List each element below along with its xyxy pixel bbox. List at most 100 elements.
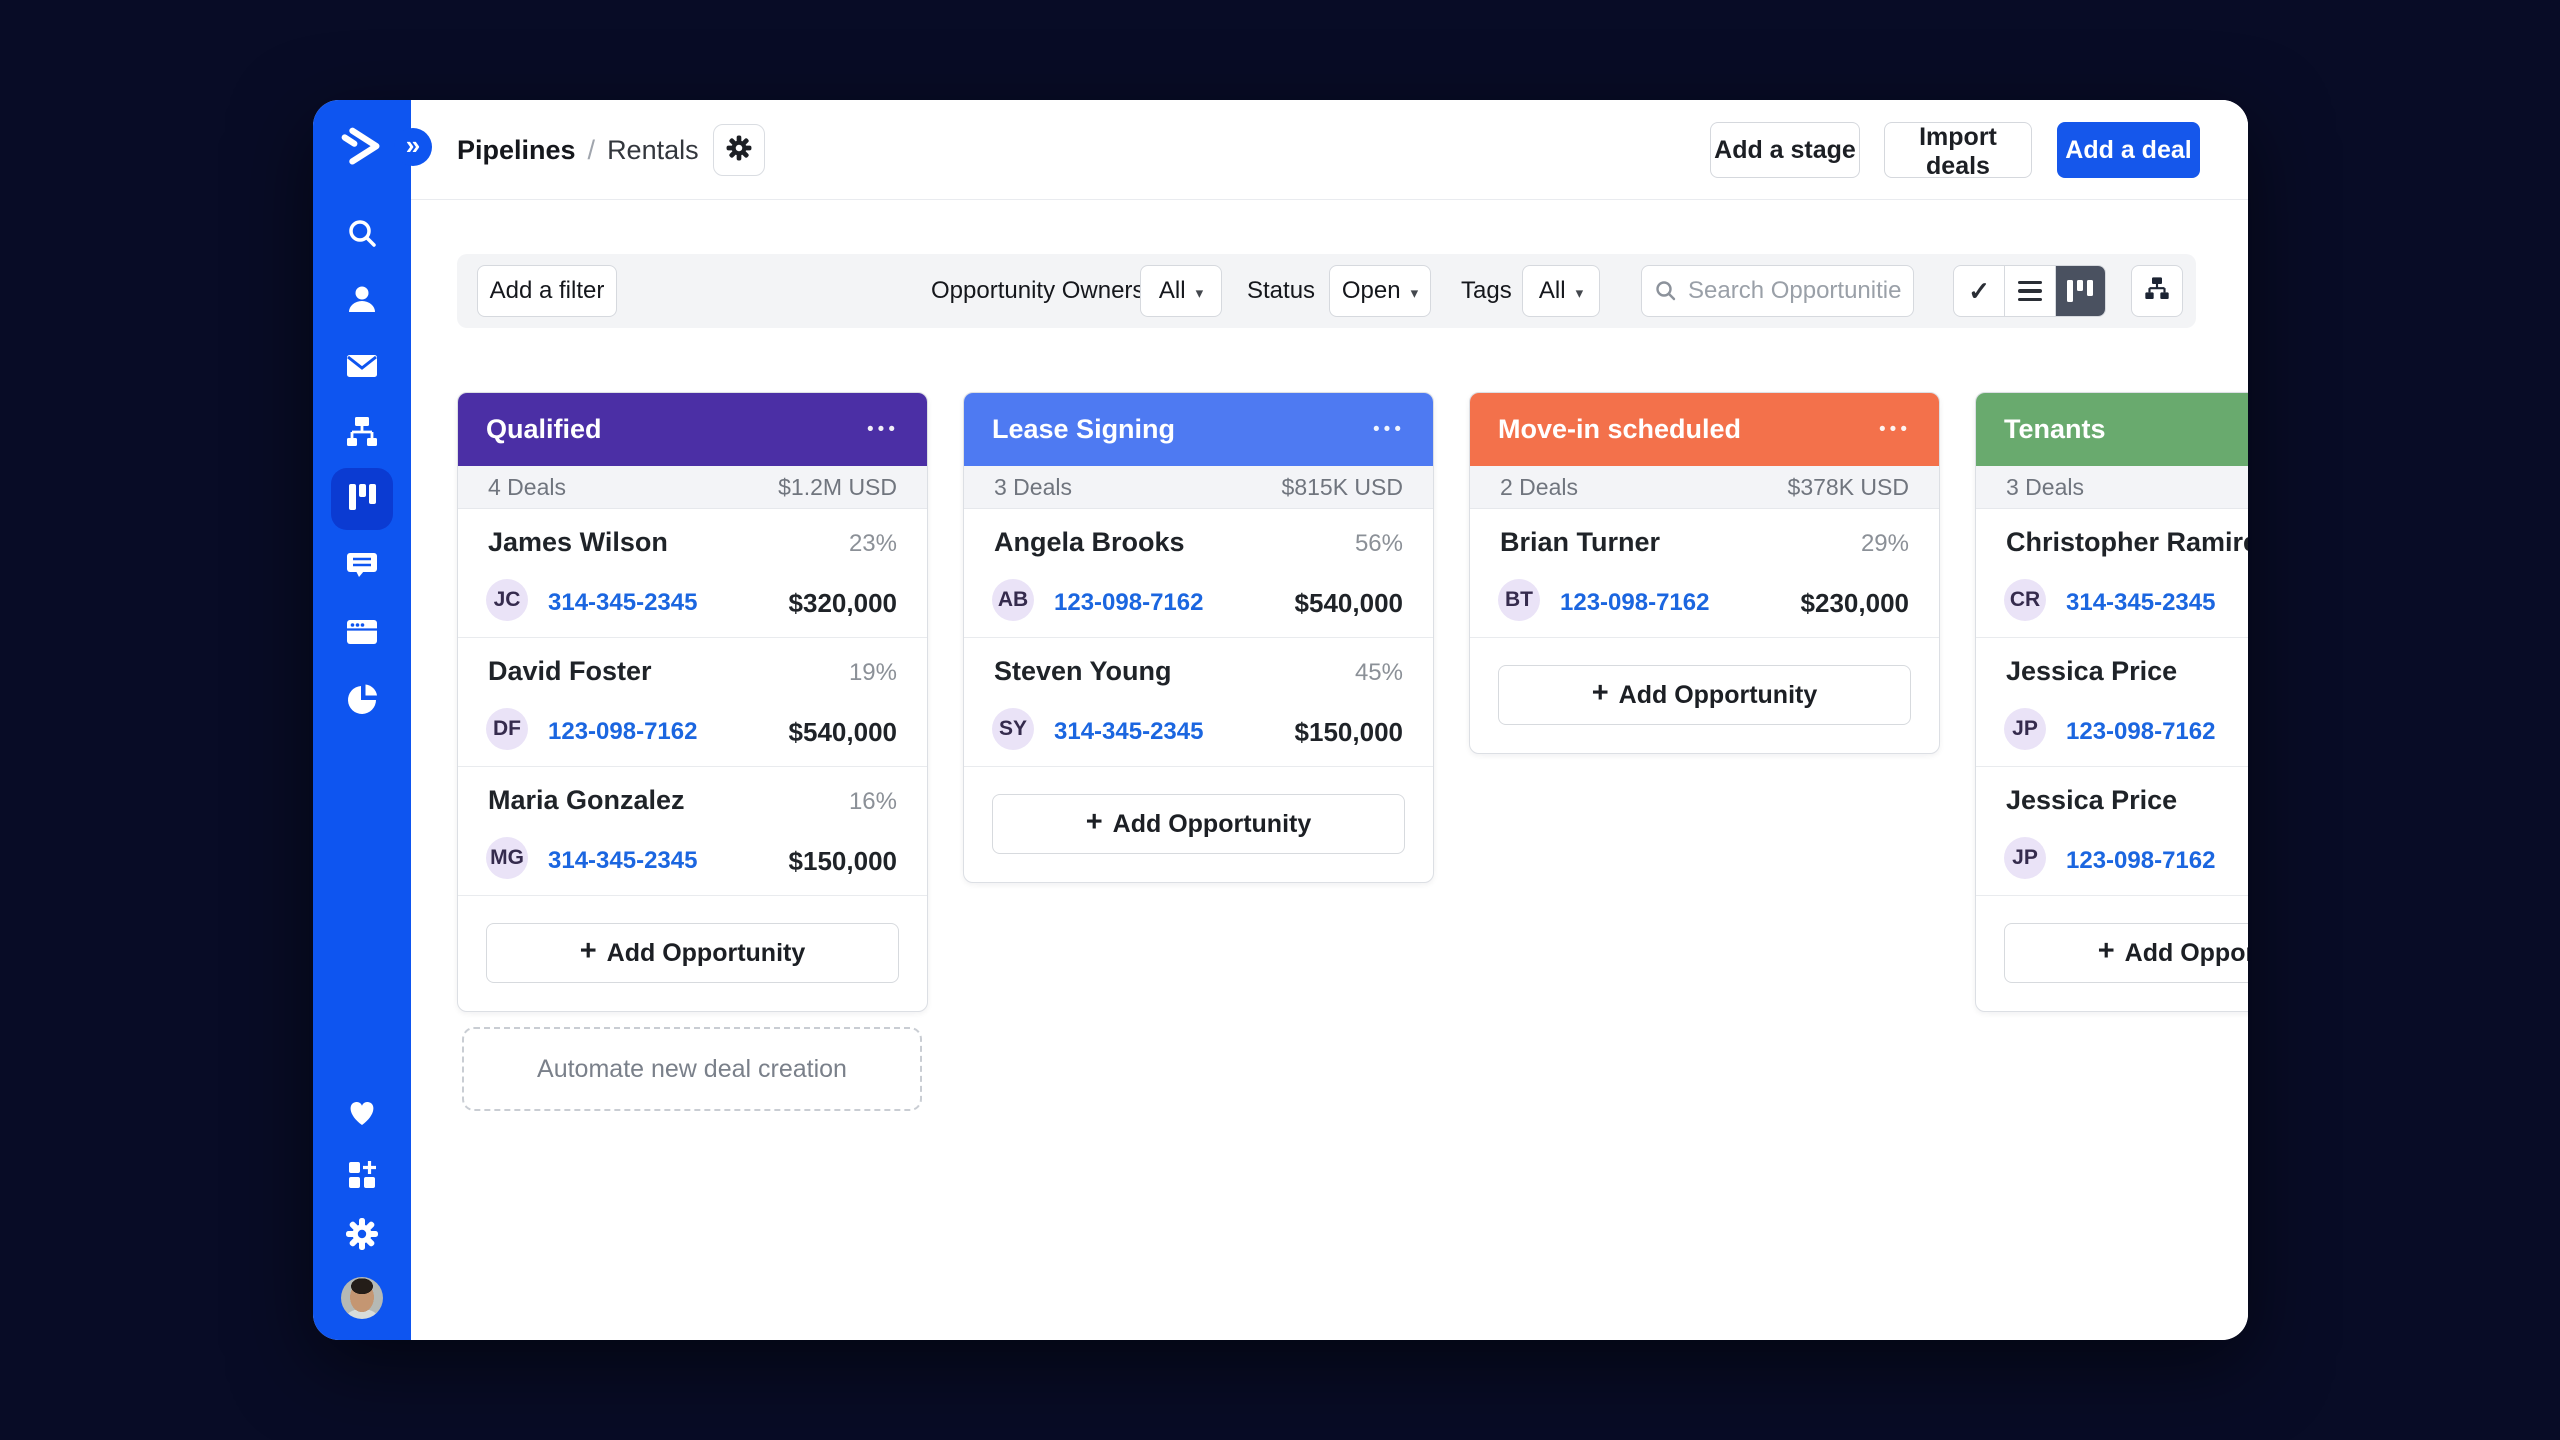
tags-filter-label: Tags <box>1461 254 1512 328</box>
deal-card[interactable]: Angela Brooks 56% AB 123-098-7162 $540,0… <box>964 509 1433 638</box>
list-view-button[interactable] <box>2004 266 2054 316</box>
add-filter-button[interactable]: Add a filter <box>477 265 617 317</box>
deal-name: Maria Gonzalez <box>488 785 685 816</box>
pipeline-column-qualified: Qualified ••• 4 Deals $1.2M USD James Wi… <box>457 392 928 1012</box>
avatar: CR <box>2004 579 2046 621</box>
sidebar-item-org-chart[interactable] <box>331 403 393 465</box>
add-opportunity-button[interactable]: + Add Opportunity <box>2004 923 2248 983</box>
deal-card[interactable]: Steven Young 45% SY 314-345-2345 $150,00… <box>964 638 1433 767</box>
search-icon <box>344 216 380 257</box>
avatar: AB <box>992 579 1034 621</box>
deal-phone-link[interactable]: 314-345-2345 <box>548 847 697 875</box>
deal-name: Steven Young <box>994 656 1172 687</box>
deal-probability: 19% <box>849 659 897 687</box>
list-view-icon <box>2018 281 2042 302</box>
pipeline-settings-button[interactable] <box>713 124 765 176</box>
tasks-view-button[interactable]: ✓ <box>1954 266 2004 316</box>
add-opportunity-label: Add Opportunity <box>2125 939 2248 968</box>
sidebar-item-contacts[interactable] <box>331 271 393 333</box>
deal-name: Jessica Price <box>2006 785 2177 816</box>
pipeline-column-lease-signing: Lease Signing ••• 3 Deals $815K USD Ange… <box>963 392 1434 883</box>
add-opportunity-button[interactable]: + Add Opportunity <box>486 923 899 983</box>
deal-card[interactable]: Jessica Price JP 123-098-7162 <box>1976 638 2248 767</box>
sidebar-item-pipelines[interactable] <box>331 468 393 530</box>
column-summary: 4 Deals $1.2M USD <box>458 466 927 509</box>
breadcrumb-section: Pipelines <box>457 135 576 166</box>
browser-window-icon <box>344 614 380 655</box>
deal-phone-link[interactable]: 314-345-2345 <box>2066 589 2215 617</box>
status-filter-dropdown[interactable]: Open ▾ <box>1329 265 1431 317</box>
add-opportunity-button[interactable]: + Add Opportunity <box>992 794 1405 854</box>
deal-card[interactable]: Maria Gonzalez 16% MG 314-345-2345 $150,… <box>458 767 927 896</box>
owners-filter-dropdown[interactable]: All ▾ <box>1140 265 1222 317</box>
plus-icon: + <box>2098 935 2115 971</box>
sidebar-item-browser[interactable] <box>331 603 393 665</box>
chevron-down-icon: ▾ <box>1576 281 1584 302</box>
pipeline-selector[interactable]: Rentals <box>607 135 699 166</box>
gear-icon <box>725 134 753 167</box>
avatar: SY <box>992 708 1034 750</box>
sidebar-expand-button[interactable]: » <box>394 128 432 166</box>
deal-count: 3 Deals <box>994 474 1072 501</box>
sidebar-item-favorites[interactable] <box>331 1084 393 1146</box>
sidebar-item-reports[interactable] <box>331 670 393 732</box>
deal-name: Christopher Ramirez <box>2006 527 2248 558</box>
comment-icon <box>344 548 380 589</box>
deal-card[interactable]: David Foster 19% DF 123-098-7162 $540,00… <box>458 638 927 767</box>
deal-phone-link[interactable]: 123-098-7162 <box>1560 589 1709 617</box>
sidebar-item-add-apps[interactable] <box>331 1146 393 1208</box>
double-chevron-icon: » <box>406 130 420 161</box>
app-logo-icon <box>339 125 385 171</box>
automate-deal-creation-button[interactable]: Automate new deal creation <box>462 1027 922 1111</box>
column-menu-button[interactable]: ••• <box>867 419 899 441</box>
add-stage-button[interactable]: Add a stage <box>1710 122 1860 178</box>
kanban-view-button[interactable] <box>2055 266 2105 316</box>
app-window: » Pipelines / Rentals ▾ Add a stage Impo… <box>313 100 2248 1340</box>
search-opportunities <box>1641 265 1914 317</box>
column-summary: 3 Deals <box>1976 466 2248 509</box>
plus-icon: + <box>1592 677 1609 713</box>
deal-probability: 45% <box>1355 659 1403 687</box>
pipeline-column-tenants: Tenants ••• 3 Deals Christopher Ramirez … <box>1975 392 2248 1012</box>
deal-card[interactable]: Jessica Price JP 123-098-7162 <box>1976 767 2248 896</box>
deal-phone-link[interactable]: 123-098-7162 <box>2066 718 2215 746</box>
deal-phone-link[interactable]: 123-098-7162 <box>548 718 697 746</box>
page-header: Pipelines / Rentals ▾ Add a stage Import… <box>411 100 2248 200</box>
avatar: MG <box>486 837 528 879</box>
deal-amount: $230,000 <box>1801 588 1909 619</box>
deal-card[interactable]: James Wilson 23% JC 314-345-2345 $320,00… <box>458 509 927 638</box>
owners-filter-label: Opportunity Owners <box>931 254 1144 328</box>
deal-card[interactable]: Brian Turner 29% BT 123-098-7162 $230,00… <box>1470 509 1939 638</box>
hierarchy-view-button[interactable] <box>2131 265 2183 317</box>
sidebar-item-comments[interactable] <box>331 537 393 599</box>
check-icon: ✓ <box>1968 276 1990 307</box>
deal-phone-link[interactable]: 123-098-7162 <box>1054 589 1203 617</box>
add-deal-button[interactable]: Add a deal <box>2057 122 2200 178</box>
person-icon <box>344 282 380 323</box>
avatar: DF <box>486 708 528 750</box>
deal-probability: 29% <box>1861 530 1909 558</box>
column-header: Move-in scheduled ••• <box>1470 393 1939 466</box>
column-menu-button[interactable]: ••• <box>1879 419 1911 441</box>
tags-filter-dropdown[interactable]: All ▾ <box>1522 265 1600 317</box>
column-menu-button[interactable]: ••• <box>1373 419 1405 441</box>
deal-total: $815K USD <box>1282 474 1403 501</box>
search-input[interactable] <box>1641 265 1914 317</box>
sidebar-item-mail[interactable] <box>331 337 393 399</box>
heart-icon <box>344 1095 380 1136</box>
sidebar-item-search[interactable] <box>331 205 393 267</box>
deal-phone-link[interactable]: 314-345-2345 <box>548 589 697 617</box>
deal-phone-link[interactable]: 314-345-2345 <box>1054 718 1203 746</box>
deal-count: 2 Deals <box>1500 474 1578 501</box>
deal-card[interactable]: Christopher Ramirez CR 314-345-2345 <box>1976 509 2248 638</box>
add-opportunity-button[interactable]: + Add Opportunity <box>1498 665 1911 725</box>
column-title: Qualified <box>486 414 602 445</box>
import-deals-button[interactable]: Import deals <box>1884 122 2032 178</box>
column-footer: + Add Opportunity <box>1470 638 1939 753</box>
column-footer: + Add Opportunity <box>964 767 1433 882</box>
chevron-down-icon: ▾ <box>1196 281 1204 302</box>
user-avatar[interactable] <box>341 1277 383 1319</box>
avatar: JP <box>2004 837 2046 879</box>
sidebar-item-settings[interactable] <box>331 1205 393 1267</box>
deal-phone-link[interactable]: 123-098-7162 <box>2066 847 2215 875</box>
